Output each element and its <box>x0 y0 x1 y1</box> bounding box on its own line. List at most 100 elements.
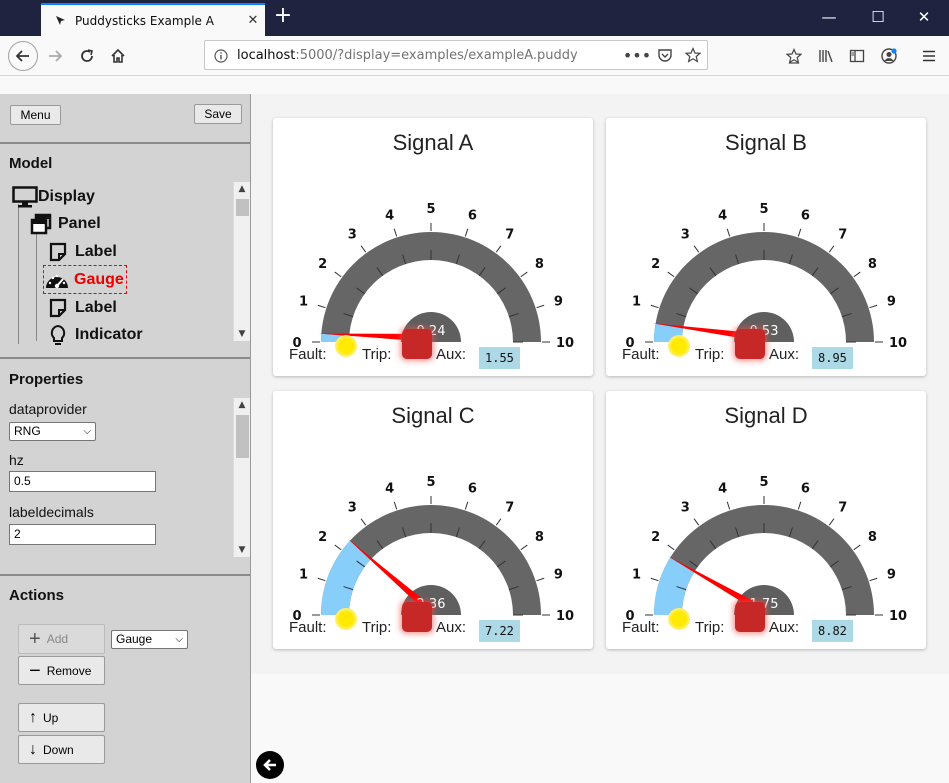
gauge-tick <box>797 228 802 237</box>
hamburger-menu-icon[interactable] <box>915 42 943 70</box>
save-button[interactable]: Save <box>194 104 242 124</box>
gauge-tick <box>360 518 367 526</box>
pocket-icon[interactable] <box>651 41 679 69</box>
gauge-tick <box>495 245 502 253</box>
scroll-thumb[interactable] <box>236 199 249 216</box>
panel-icon <box>28 211 54 237</box>
properties-title: Properties <box>9 371 84 388</box>
tree-item-display[interactable]: Display <box>12 184 95 210</box>
tree-label: Panel <box>58 215 101 232</box>
gauge-svg: 0123456789102.36 <box>292 475 574 624</box>
close-window-icon[interactable]: ✕ <box>912 6 936 28</box>
fault-indicator <box>668 608 690 630</box>
back-button[interactable] <box>8 41 38 71</box>
account-icon[interactable] <box>875 42 903 70</box>
gauge-tick-label: 6 <box>801 209 810 224</box>
down-button[interactable]: ↓ Down <box>18 735 105 764</box>
gauge-tick <box>393 228 398 237</box>
reload-button[interactable] <box>73 42 101 70</box>
forward-button[interactable] <box>41 42 69 70</box>
gauge-tick <box>853 271 861 278</box>
tree-item-indicator[interactable]: Indicator <box>45 322 143 348</box>
tree-item-label[interactable]: Label <box>45 295 117 321</box>
tree-item-gauge[interactable]: Gauge <box>43 265 127 294</box>
maximize-icon[interactable]: ☐ <box>866 6 890 28</box>
back-circle-button[interactable] <box>256 751 284 779</box>
editor-sidebar: Menu Save Model Display Panel Label Gaug… <box>0 94 251 783</box>
gauge-tick <box>495 518 502 526</box>
up-label: Up <box>43 710 59 725</box>
dataprovider-select[interactable]: RNG ⌵ <box>9 422 96 441</box>
puddysticks-favicon-icon <box>56 15 65 25</box>
gauge-tick <box>726 501 731 510</box>
scroll-up-icon[interactable]: ▲ <box>234 398 250 412</box>
aux-label: Aux: <box>769 619 800 636</box>
gauge-svg: 0123456789101.75 <box>625 475 907 624</box>
tree-scrollbar[interactable]: ▲ ▼ <box>233 182 250 341</box>
gauge-tick-label: 9 <box>554 295 563 310</box>
arrow-down-icon: ↓ <box>29 740 37 758</box>
sidebar-toggle-icon[interactable] <box>843 42 871 70</box>
forward-arrow-icon <box>49 50 63 62</box>
gauge-tick <box>797 501 802 510</box>
gauge-tick <box>520 271 528 278</box>
labeldecimals-label: labeldecimals <box>9 504 94 520</box>
gauge-tick-label: 1 <box>299 568 308 583</box>
gauge-tick-label: 1 <box>632 568 641 583</box>
gauge-tick <box>464 501 469 510</box>
scroll-thumb[interactable] <box>236 415 249 458</box>
actions-title: Actions <box>9 587 65 604</box>
display-canvas: Signal A0123456789100.24Fault:Trip:Aux:1… <box>251 94 949 674</box>
gauge-tick <box>869 577 878 582</box>
gauge-tick-label: 10 <box>556 336 574 351</box>
add-button[interactable]: + Add <box>18 624 105 654</box>
gauge-card: Signal A0123456789100.24Fault:Trip:Aux:1… <box>273 118 593 376</box>
new-tab-button[interactable]: + <box>272 5 294 29</box>
arrow-up-icon: ↑ <box>29 708 37 726</box>
trip-indicator <box>735 602 765 632</box>
fault-indicator <box>335 608 357 630</box>
gauge-tick-label: 10 <box>889 609 907 624</box>
chevron-down-icon: ⌵ <box>83 426 91 437</box>
add-type-select[interactable]: Gauge ⌵ <box>111 630 188 649</box>
trip-indicator <box>735 329 765 359</box>
navigation-bar: localhost:5000/?display=examples/example… <box>0 36 949 76</box>
up-button[interactable]: ↑ Up <box>18 703 105 732</box>
labeldecimals-input[interactable]: 2 <box>9 524 156 545</box>
bulb-icon <box>45 322 71 348</box>
gauge-tick <box>693 245 700 253</box>
home-button[interactable] <box>104 42 132 70</box>
remove-button[interactable]: − Remove <box>18 656 105 685</box>
tree-item-label[interactable]: Label <box>45 239 117 265</box>
browser-tab[interactable]: Puddysticks Example A ✕ <box>41 3 265 36</box>
hz-input[interactable]: 0.5 <box>9 471 156 492</box>
gauge-tick-label: 8 <box>535 257 544 272</box>
tree-item-panel[interactable]: Panel <box>28 211 101 237</box>
add-type-value: Gauge <box>116 632 153 646</box>
scroll-down-icon[interactable]: ▼ <box>234 327 250 341</box>
menu-button[interactable]: Menu <box>10 105 61 125</box>
bookmark-star-icon[interactable] <box>679 41 707 69</box>
fault-label: Fault: <box>289 346 327 363</box>
aux-value: 8.82 <box>812 620 853 642</box>
tab-close-icon[interactable]: ✕ <box>241 13 265 28</box>
library-icon[interactable] <box>812 42 840 70</box>
scroll-up-icon[interactable]: ▲ <box>234 182 250 196</box>
gauge-card: Signal B0123456789100.53Fault:Trip:Aux:8… <box>606 118 926 376</box>
bookmarks-star-icon[interactable] <box>780 42 808 70</box>
gauge-tick-label: 7 <box>838 501 847 516</box>
trip-label: Trip: <box>695 346 725 363</box>
plus-icon: + <box>29 627 41 650</box>
properties-scrollbar[interactable]: ▲ ▼ <box>233 398 250 557</box>
tree-line <box>18 204 19 344</box>
address-bar[interactable]: localhost:5000/?display=examples/example… <box>204 40 708 70</box>
back-arrow-icon <box>15 50 29 62</box>
gauge-tick-label: 4 <box>718 209 727 224</box>
minimize-icon[interactable]: — <box>817 6 841 28</box>
aux-label: Aux: <box>436 346 467 363</box>
page-info-icon[interactable] <box>214 49 228 63</box>
page-actions-icon[interactable]: ••• <box>623 41 651 69</box>
tree-label: Label <box>75 243 117 260</box>
gauge-tick-label: 3 <box>348 501 357 516</box>
scroll-down-icon[interactable]: ▼ <box>234 543 250 557</box>
